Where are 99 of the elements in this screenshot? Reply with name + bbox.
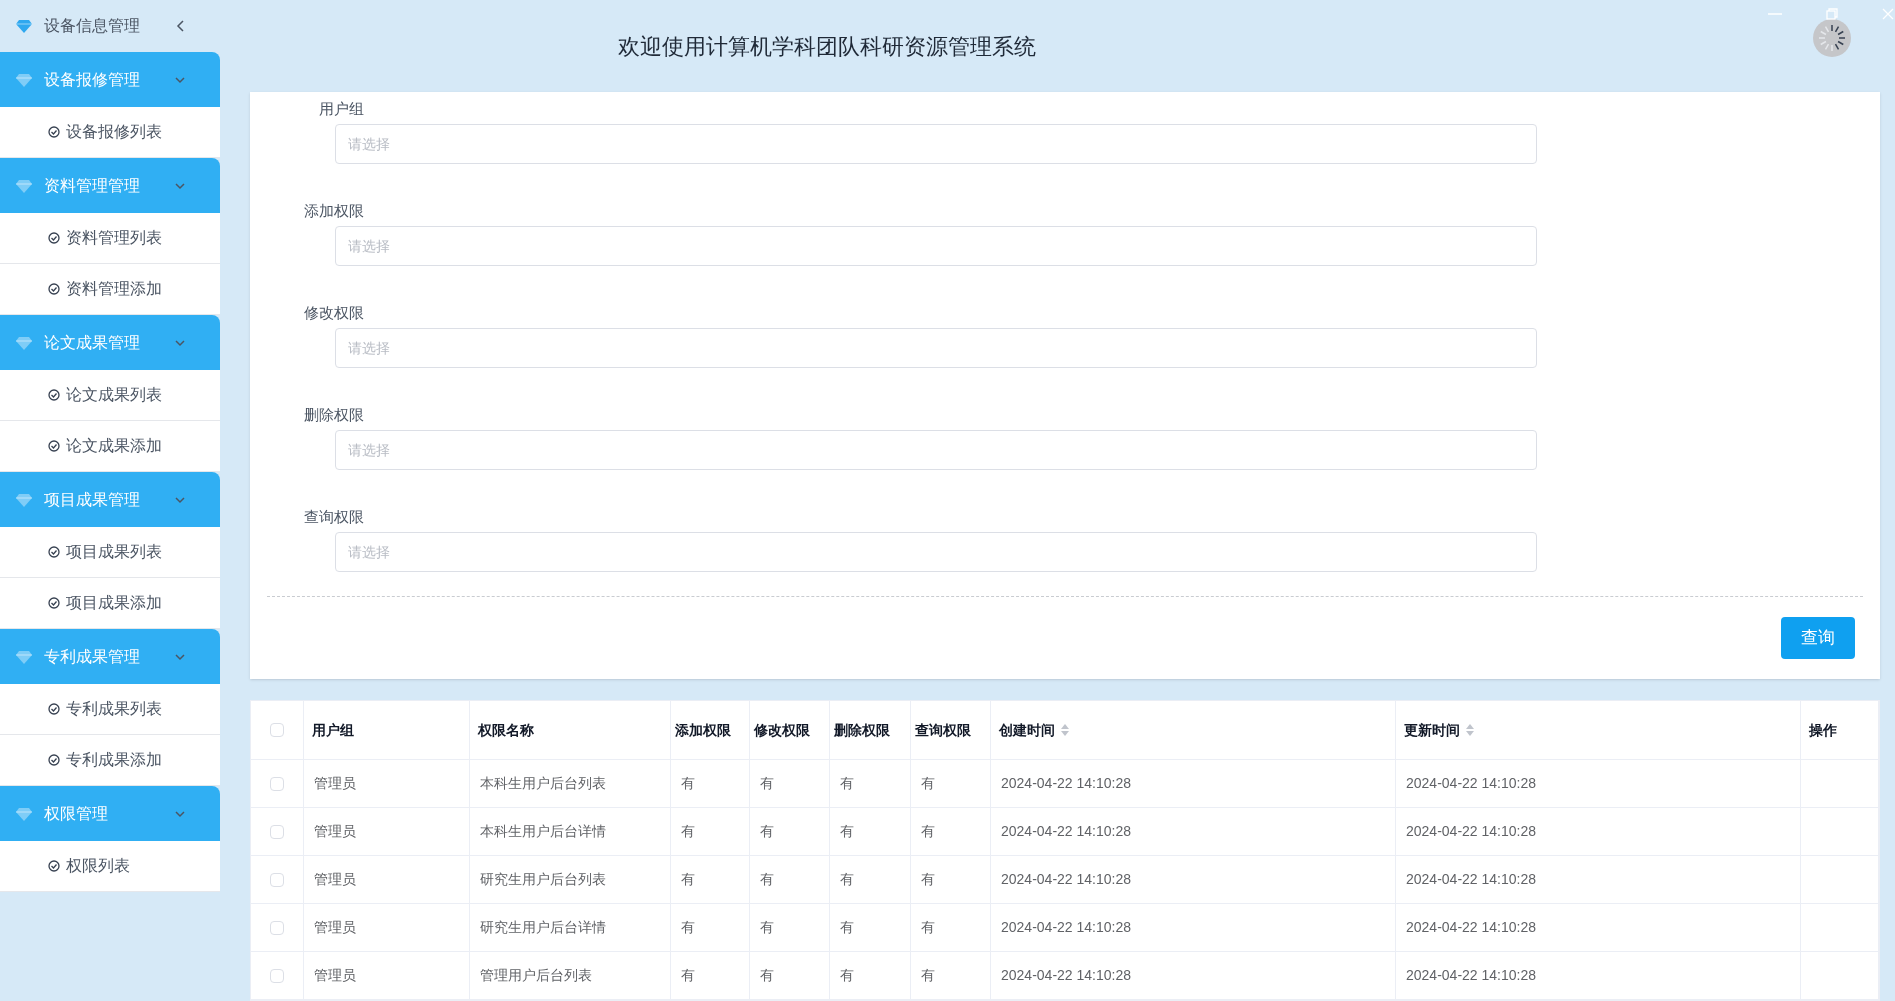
checkbox[interactable] [270,872,284,887]
table-cell-text: 有 [760,774,774,793]
menu-item[interactable]: 项目成果添加 [0,578,220,629]
table-cell-text: 2024-04-22 14:10:28 [1406,966,1536,985]
gem-icon [16,335,32,350]
table-cell-text: 有 [921,774,935,793]
table-cell-text: 有 [840,774,854,793]
select-field[interactable]: 请选择 [335,226,1537,267]
table-cell-text: 2024-04-22 14:10:28 [1001,822,1131,841]
menu-item[interactable]: 论文成果列表 [0,370,220,421]
select-field[interactable]: 请选择 [335,328,1537,369]
table-cell-text: 有 [840,966,854,985]
check-circle-icon [48,440,60,452]
table-cell-text: 管理用户后台列表 [480,966,592,985]
menu-item[interactable]: 资料管理添加 [0,264,220,315]
table-cell-text: 管理员 [314,966,356,985]
checkbox[interactable] [270,968,284,983]
table-cell-text: 管理员 [314,822,356,841]
field-label: 查询权限 [304,506,365,527]
gem-icon [16,19,32,33]
menu-item[interactable]: 设备报修列表 [0,107,220,158]
field-label: 修改权限 [304,302,365,323]
table-cell-text: 有 [921,918,935,937]
select-field[interactable]: 请选择 [335,532,1537,573]
loading-spinner-icon [1812,18,1852,58]
column-header: 用户组 [304,701,470,759]
table-cell-text: 有 [760,966,774,985]
check-circle-icon [48,232,60,244]
check-circle-icon [48,860,60,872]
column-header: 修改权限 [750,701,830,759]
menu-item[interactable]: 专利成果添加 [0,735,220,786]
check-circle-icon [48,703,60,715]
column-header: 查询权限 [911,701,991,759]
gem-icon [16,178,32,193]
menu-item[interactable]: 论文成果添加 [0,421,220,472]
table-cell-text: 管理员 [314,774,356,793]
column-header: 添加权限 [671,701,750,759]
check-circle-icon [48,546,60,558]
menu-item[interactable]: 权限列表 [0,841,220,892]
gem-icon [16,806,32,821]
checkbox[interactable] [270,824,284,839]
table-cell-text: 有 [760,918,774,937]
column-header: 删除权限 [830,701,911,759]
table-cell-text: 有 [681,966,695,985]
table-cell-text: 有 [921,966,935,985]
collapse-icon[interactable] [176,20,186,32]
column-header: 权限名称 [470,701,671,759]
table-cell-text: 有 [760,870,774,889]
column-header[interactable]: 创建时间 [991,701,1396,759]
check-circle-icon [48,389,60,401]
table-cell-text: 2024-04-22 14:10:28 [1001,774,1131,793]
gem-icon [16,492,32,507]
table-cell-text: 有 [681,918,695,937]
field-label: 用户组 [319,98,365,119]
table-cell-text: 有 [840,822,854,841]
table-cell-text: 有 [681,870,695,889]
sort-icon[interactable] [1466,724,1474,736]
close-icon[interactable] [1882,8,1894,20]
table-cell-text: 有 [840,870,854,889]
menu-item[interactable]: 项目成果列表 [0,527,220,578]
table-cell-text: 本科生用户后台列表 [480,774,606,793]
header-title: 欢迎使用计算机学科团队科研资源管理系统 [618,32,1036,61]
table-cell-text: 2024-04-22 14:10:28 [1001,918,1131,937]
restore-icon[interactable] [1826,8,1838,20]
table-cell-text: 研究生用户后台列表 [480,870,606,889]
column-header[interactable]: 更新时间 [1396,701,1801,759]
table-cell-text: 2024-04-22 14:10:28 [1406,774,1536,793]
table-cell-text: 2024-04-22 14:10:28 [1001,870,1131,889]
field-label: 添加权限 [304,200,365,221]
select-field[interactable]: 请选择 [335,430,1537,471]
table-cell-text: 有 [840,918,854,937]
table-cell-text: 2024-04-22 14:10:28 [1406,822,1536,841]
table-cell-text: 2024-04-22 14:10:28 [1406,870,1536,889]
checkbox[interactable] [270,776,284,791]
field-label: 删除权限 [304,404,365,425]
check-circle-icon [48,754,60,766]
table-cell-text: 研究生用户后台详情 [480,918,606,937]
table-cell-text: 2024-04-22 14:10:28 [1406,918,1536,937]
table-cell-text: 有 [921,822,935,841]
column-header: 操作 [1801,701,1879,759]
table-cell-text: 有 [681,774,695,793]
gem-icon [16,649,32,664]
gem-icon [16,72,32,87]
table-cell-text: 有 [760,822,774,841]
select-field[interactable]: 请选择 [335,124,1537,165]
check-circle-icon [48,597,60,609]
table-cell-text: 本科生用户后台详情 [480,822,606,841]
table-cell-text: 有 [681,822,695,841]
sort-icon[interactable] [1061,724,1069,736]
checkbox[interactable] [270,920,284,935]
table-cell-text: 有 [921,870,935,889]
checkbox[interactable] [270,723,284,737]
table-cell-text: 2024-04-22 14:10:28 [1001,966,1131,985]
menu-item[interactable]: 专利成果列表 [0,684,220,735]
menu-item[interactable]: 资料管理列表 [0,213,220,264]
check-circle-icon [48,283,60,295]
table-cell-text: 管理员 [314,870,356,889]
table-cell-text: 管理员 [314,918,356,937]
check-circle-icon [48,126,60,138]
